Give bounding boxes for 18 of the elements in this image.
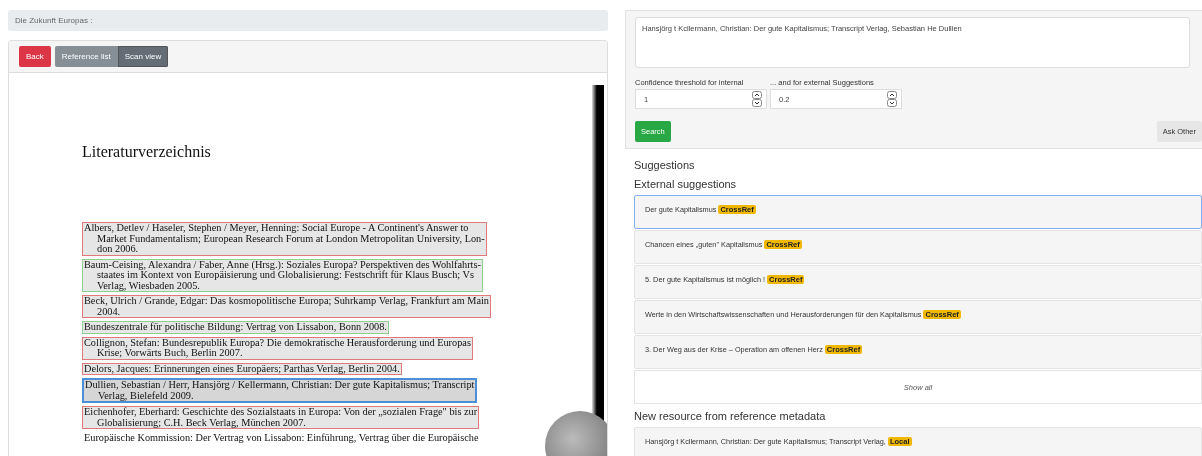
section-heading: External suggestions: [634, 178, 738, 190]
spinner-icon[interactable]: [752, 91, 762, 107]
reference-entry[interactable]: Baum-Ceising, Alexandra / Faber, Anne (Hrsg.): Soziales Europa? Perspektiven des Wohlfahrts- staates im Kontext von Europäisierung und Globalisierung: Festschrift für Klaus Busch; Vs Verlag, Wiesbaden 2005.: [82, 258, 483, 292]
reference-entry[interactable]: Eichenhofer, Eberhard: Geschichte des Sozialstaats in Europa: Von der „sozialen Frage" bis zur Globalisierung; C.H. Beck Verlag, München 2007.: [82, 406, 480, 429]
spinner-icon[interactable]: [887, 91, 897, 107]
reference-entry[interactable]: Delors, Jacques: Erinnerungen eines Europäers; Parthas Verlag, Berlin 2004.: [82, 362, 402, 375]
reference-entry[interactable]: Dullien, Sebastian / Herr, Hansjörg / Kellermann, Christian: Der gute Kapitalismus; Transcript Verlag, Bielefeld 2009.: [82, 378, 478, 403]
reference-entry[interactable]: Beck, Ulrich / Grande, Edgar: Das kosmopolitische Europa; Suhrkamp Verlag, Frankfurt am Main 2004.: [82, 295, 491, 318]
reference-entry[interactable]: Collignon, Stefan: Bundesrepublik Europa? Die demokratische Herausforderung und Europas Krise; Vorwärts Buch, Berlin 2007.: [82, 336, 473, 360]
breadcrumb-text: Die Zukunft Europas :: [15, 16, 93, 25]
back-button[interactable]: Back: [19, 46, 51, 67]
reference-entry[interactable]: Europäische Kommission: Der Vertrag von Lissabon: Einführung, Vertrag über die Europäische: [82, 432, 481, 445]
reference-entry[interactable]: Bundeszentrale für politische Bildung: Vertrag von Lissabon, Bonn 2008.: [82, 321, 389, 334]
reference-entry[interactable]: Albers, Detlev / Haseler, Stephen / Meyer, Henning: Social Europe - A Continent's Answer to Market Fundamentalism; European Research Forum at London Metropolitan University, Lon- don 2006.: [82, 222, 487, 256]
page-heading: Literaturverzeichnis: [82, 143, 212, 161]
section-heading: New resource from reference metadata: [634, 410, 827, 422]
view-tab[interactable]: Scan view: [117, 46, 169, 67]
section-heading: Suggestions: [634, 159, 696, 171]
